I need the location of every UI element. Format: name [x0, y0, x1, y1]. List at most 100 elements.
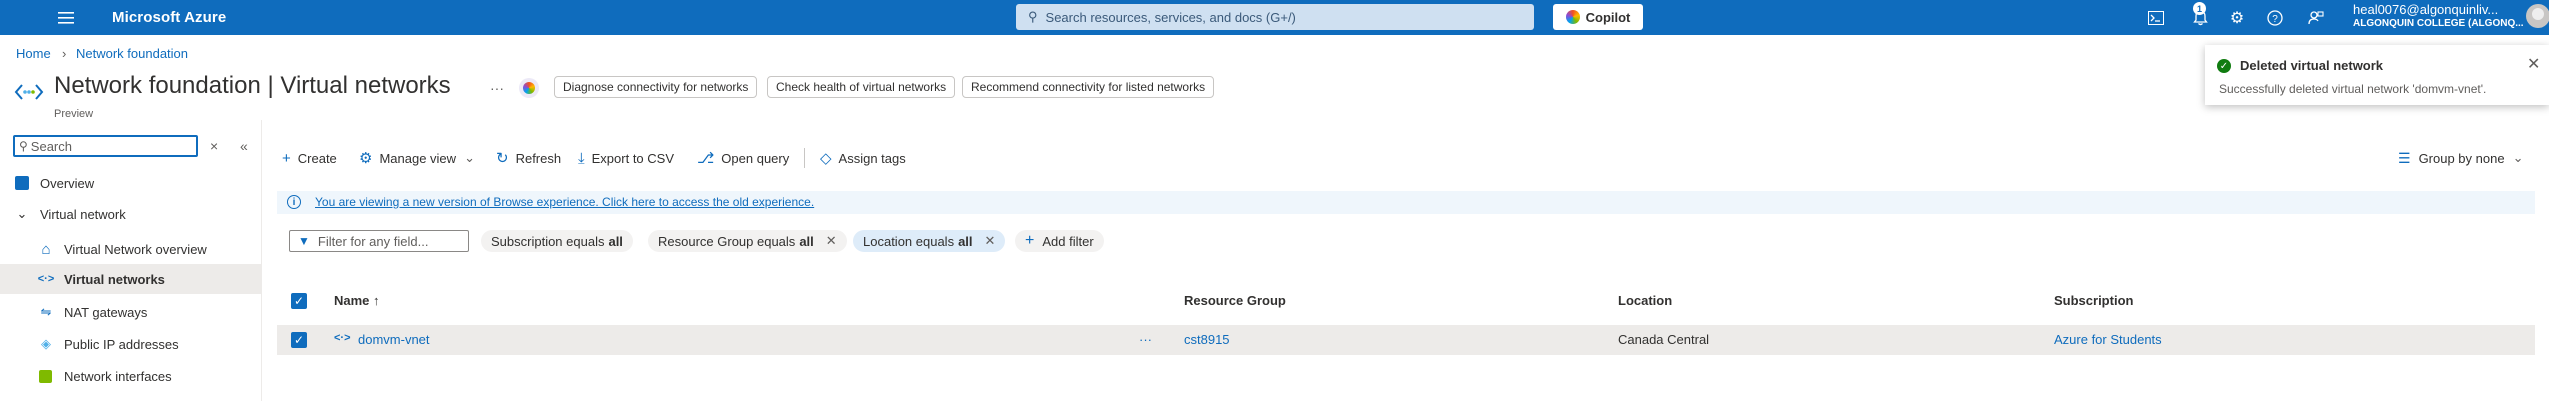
filter-chip-location[interactable]: Location equals all ✕ — [853, 230, 1006, 252]
sidebar-item-nat-gateways[interactable]: ⇋ NAT gateways — [0, 297, 261, 327]
help-icon[interactable]: ? — [2265, 8, 2285, 28]
settings-gear-icon[interactable]: ⚙ — [2227, 8, 2247, 28]
close-icon[interactable]: ✕ — [826, 233, 837, 249]
sidebar-item-network-interfaces[interactable]: Network interfaces — [0, 361, 261, 391]
manage-view-button[interactable]: ⚙ Manage view ⌄ — [359, 148, 475, 168]
recommend-connectivity-button[interactable]: Recommend connectivity for listed networ… — [962, 76, 1215, 98]
diagnose-connectivity-button[interactable]: Diagnose connectivity for networks — [554, 76, 758, 98]
account-org: ALGONQUIN COLLEGE (ALGONQ... — [2353, 18, 2524, 29]
table-row[interactable] — [277, 325, 2535, 355]
virtual-network-icon: <·> — [37, 273, 55, 285]
assign-tags-button[interactable]: ◇ Assign tags — [820, 148, 906, 168]
breadcrumb-network-foundation[interactable]: Network foundation — [76, 46, 188, 61]
filter-input[interactable]: ▼ Filter for any field... — [289, 230, 469, 252]
export-csv-label: Export to CSV — [591, 150, 675, 166]
sidebar-item-label: Public IP addresses — [64, 336, 179, 352]
list-icon: ☰ — [2398, 149, 2411, 166]
select-all-checkbox[interactable]: ✓ — [291, 293, 307, 309]
hamburger-menu-icon[interactable] — [58, 0, 74, 35]
row-name-link[interactable]: domvm-vnet — [358, 332, 430, 347]
notification-count-badge: 1 — [2193, 2, 2206, 15]
top-bar: Microsoft Azure ⚲ Search resources, serv… — [0, 0, 2549, 35]
row-checkbox[interactable]: ✓ — [291, 332, 307, 348]
export-csv-button[interactable]: ⤓ Export to CSV — [578, 148, 674, 168]
chevron-down-icon: ⌄ — [464, 150, 475, 165]
filter-chip-subscription[interactable]: Subscription equals all — [481, 230, 633, 252]
public-ip-icon: ◈ — [41, 336, 51, 351]
sidebar-group-virtual-network[interactable]: ⌄ Virtual network — [0, 199, 261, 229]
column-header-resource-group[interactable]: Resource Group — [1184, 293, 1286, 308]
copilot-button[interactable]: Copilot — [1553, 4, 1643, 30]
sidebar-item-overview[interactable]: Overview — [0, 168, 261, 198]
chip-value: all — [608, 233, 623, 249]
cloud-shell-icon[interactable] — [2146, 8, 2166, 28]
group-by-dropdown[interactable]: ☰ Group by none ⌄ — [2398, 148, 2523, 168]
sidebar-item-label: Network interfaces — [64, 368, 172, 384]
page-title-main: Network foundation — [54, 72, 261, 99]
chip-value: all — [799, 233, 814, 249]
chip-value: all — [958, 233, 973, 249]
add-filter-label: Add filter — [1042, 233, 1094, 249]
sidebar-item-virtual-networks[interactable]: <·> Virtual networks — [0, 264, 261, 294]
account-info[interactable]: heal0076@algonquinliv... ALGONQUIN COLLE… — [2353, 3, 2524, 31]
open-query-button[interactable]: ⎇ Open query — [697, 148, 789, 168]
copilot-icon — [1565, 10, 1580, 24]
open-query-label: Open query — [721, 150, 790, 166]
check-health-button[interactable]: Check health of virtual networks — [767, 76, 956, 98]
account-email: heal0076@algonquinliv... — [2353, 2, 2499, 17]
filter-chip-resource-group[interactable]: Resource Group equals all ✕ — [648, 230, 847, 252]
more-actions-button[interactable]: ··· — [490, 80, 504, 96]
sidebar-search-input[interactable]: ⚲ Search — [13, 135, 198, 157]
group-by-label: Group by none — [2418, 150, 2505, 166]
column-header-location[interactable]: Location — [1618, 293, 1672, 308]
copilot-suggestion-icon[interactable] — [519, 78, 539, 98]
refresh-button[interactable]: ↻ Refresh — [496, 148, 561, 168]
add-filter-button[interactable]: + Add filter — [1015, 230, 1104, 252]
global-search-input[interactable]: ⚲ Search resources, services, and docs (… — [1016, 4, 1534, 30]
filter-icon: ▼ — [298, 234, 310, 248]
app-launcher-icon[interactable] — [12, 0, 32, 35]
page-title: Network foundation | Virtual networks — [54, 72, 451, 100]
chip-label: Location equals — [863, 233, 955, 249]
old-experience-link[interactable]: You are viewing a new version of Browse … — [315, 195, 814, 209]
sidebar-item-label: Virtual Network overview — [64, 241, 207, 257]
success-check-icon: ✓ — [2217, 59, 2231, 73]
row-location: Canada Central — [1618, 332, 1710, 347]
toolbar-divider — [804, 148, 805, 168]
close-icon[interactable]: ✕ — [985, 233, 996, 249]
create-label: Create — [297, 150, 337, 166]
preview-label: Preview — [54, 108, 94, 120]
search-icon: ⚲ — [19, 139, 28, 153]
notification-message: Successfully deleted virtual network 'do… — [2219, 82, 2487, 96]
sidebar-item-label: Virtual networks — [64, 271, 165, 287]
nat-gateway-icon: ⇋ — [40, 304, 52, 319]
column-header-name[interactable]: Name ↑ — [334, 293, 380, 308]
avatar[interactable] — [2526, 4, 2549, 28]
brand-title[interactable]: Microsoft Azure — [112, 0, 226, 35]
copilot-label: Copilot — [1585, 9, 1631, 25]
download-icon: ⤓ — [578, 149, 585, 167]
refresh-label: Refresh — [515, 150, 562, 166]
close-icon[interactable]: ✕ — [2527, 54, 2540, 74]
sidebar-item-virtual-network-overview[interactable]: ⌂ Virtual Network overview — [0, 234, 261, 264]
sidebar-item-label: Overview — [40, 175, 95, 191]
sidebar-item-label: NAT gateways — [64, 304, 148, 320]
row-more-actions-button[interactable]: ··· — [1139, 332, 1152, 347]
svg-text:?: ? — [2272, 14, 2278, 25]
collapse-sidebar-icon[interactable]: « — [240, 138, 248, 154]
column-header-subscription[interactable]: Subscription — [2054, 293, 2133, 308]
row-resource-group-link[interactable]: cst8915 — [1184, 332, 1230, 347]
chevron-down-icon: ⌄ — [16, 206, 28, 221]
row-subscription-link[interactable]: Azure for Students — [2054, 332, 2162, 347]
filter-placeholder: Filter for any field... — [317, 233, 429, 249]
feedback-icon[interactable] — [2306, 8, 2326, 28]
sidebar-item-public-ip-addresses[interactable]: ◈ Public IP addresses — [0, 329, 261, 359]
notification-title: Deleted virtual network — [2240, 58, 2384, 73]
create-button[interactable]: + Create — [282, 148, 337, 168]
breadcrumb-home[interactable]: Home — [16, 46, 51, 61]
clear-search-icon[interactable]: × — [210, 138, 218, 154]
chevron-down-icon: ⌄ — [2512, 150, 2524, 165]
plus-icon: + — [1025, 232, 1035, 249]
virtual-network-icon: <·> — [334, 332, 351, 344]
network-interface-icon — [39, 369, 52, 383]
